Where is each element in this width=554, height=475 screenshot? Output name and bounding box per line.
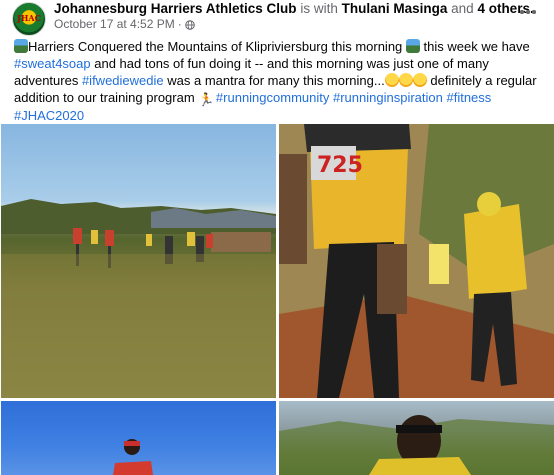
mountain-emoji <box>14 39 28 53</box>
post-text-3c: definitely a regular <box>430 73 537 88</box>
post-text-4a: addition to our training program <box>14 90 195 105</box>
post-body: Harriers Conquered the Mountains of Klip… <box>14 38 540 124</box>
photo-runners-hill[interactable]: 725 <box>279 124 554 398</box>
post-line-5: #JHAC2020 <box>14 107 540 124</box>
post-line-1: Harriers Conquered the Mountains of Klip… <box>14 38 540 55</box>
more-options-button[interactable] <box>513 0 543 24</box>
post-text-1b: this week we have <box>423 39 530 54</box>
laughing-emoji <box>384 73 399 87</box>
tagged-person-link[interactable]: Thulani Masinga <box>342 1 448 16</box>
post-text-3b: was a mantra for many this morning... <box>167 73 385 88</box>
meta-separator: · <box>177 17 182 31</box>
post-author-line: Johannesburg Harriers Athletics Club is … <box>54 1 534 17</box>
hashtag-fitness[interactable]: #fitness <box>446 90 491 105</box>
more-options-icon <box>532 10 536 14</box>
post-header: JHAC Johannesburg Harriers Athletics Clu… <box>0 0 554 36</box>
hashtag-ifwediewedie[interactable]: #ifwediewedie <box>82 73 164 88</box>
photo-runner-sky[interactable] <box>1 401 276 475</box>
laughing-emoji <box>398 73 413 87</box>
photo-grid: 725 <box>0 124 554 475</box>
hashtag-sweat4soap[interactable]: #sweat4soap <box>14 56 91 71</box>
post-text-3a: adventures <box>14 73 79 88</box>
hashtag-jhac2020[interactable]: #JHAC2020 <box>14 108 84 123</box>
runner-emoji: 🏃 <box>198 92 215 107</box>
more-options-icon <box>526 10 530 14</box>
post-text-1a: Harriers Conquered the Mountains of Klip… <box>28 39 403 54</box>
post-line-3: adventures #ifwediewedie was a mantra fo… <box>14 72 540 89</box>
photo-2-image: 725 <box>279 124 554 398</box>
avatar-logo-text: JHAC <box>17 13 41 23</box>
globe-icon[interactable] <box>184 19 195 30</box>
and-text: and <box>451 1 474 16</box>
photo-4-image <box>279 415 554 475</box>
photo-runner-closeup[interactable] <box>279 401 554 475</box>
page-name-link[interactable]: Johannesburg Harriers Athletics Club <box>54 1 297 16</box>
post-line-4: addition to our training program 🏃 #runn… <box>14 89 540 107</box>
page-avatar[interactable]: JHAC <box>12 2 46 36</box>
more-options-icon <box>520 10 524 14</box>
mountain-emoji <box>405 39 420 53</box>
svg-text:725: 725 <box>317 153 363 178</box>
post-line-2: #sweat4soap and had tons of fun doing it… <box>14 55 540 72</box>
photo-3-image <box>113 439 153 475</box>
photo-runners-field[interactable] <box>1 124 276 398</box>
post-meta: October 17 at 4:52 PM · <box>54 17 195 32</box>
laughing-emoji <box>412 73 427 87</box>
photo-1-image <box>1 199 276 398</box>
is-with-text: is with <box>300 1 338 16</box>
timestamp-link[interactable]: October 17 at 4:52 PM <box>54 17 175 32</box>
post-text-2a: and had tons of fun doing it -- and this… <box>94 56 489 71</box>
hashtag-runningcommunity[interactable]: #runningcommunity <box>216 90 329 105</box>
hashtag-runninginspiration[interactable]: #runninginspiration <box>333 90 443 105</box>
